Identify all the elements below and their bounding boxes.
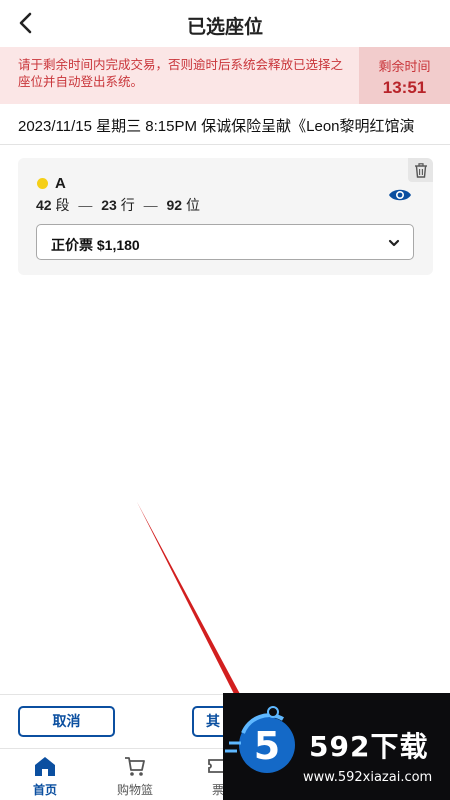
watermark-url: www.592xiazai.com: [303, 770, 433, 785]
watermark-brand: 592下载: [309, 730, 429, 763]
cancel-button[interactable]: 取消: [18, 706, 115, 737]
separator: —: [78, 197, 93, 213]
section-number: 42: [36, 197, 52, 213]
delete-seat-button[interactable]: [408, 158, 433, 182]
separator: —: [143, 197, 158, 213]
tab-label: 首页: [32, 783, 57, 797]
tab-home[interactable]: 首页: [10, 755, 80, 798]
timer-label: 剩余时间: [378, 59, 431, 74]
section-unit: 段: [55, 197, 70, 213]
chevron-down-icon: [388, 239, 400, 247]
seat-unit: 位: [185, 197, 200, 213]
watermark-digit: 5: [254, 724, 280, 768]
trash-icon: [414, 162, 427, 178]
cart-icon: [125, 757, 145, 776]
tab-label: 购物篮: [116, 783, 153, 797]
zone-color-dot: [37, 178, 48, 189]
home-icon: [35, 757, 55, 776]
timeout-warning: 请于剩余时间内完成交易，否则逾时后系统会释放已选择之座位并自动登出系统。: [18, 58, 344, 89]
ticket-type-select[interactable]: 正价票 $1,180: [36, 224, 414, 260]
eye-icon: [389, 189, 411, 201]
site-watermark: 5 592下载 www.592xiazai.com: [223, 693, 450, 800]
row-number: 23: [101, 197, 117, 213]
row-unit: 行: [120, 197, 135, 213]
seat-location: 42 段 — 23 行 — 92 位: [36, 195, 200, 215]
countdown-timer: 剩余时间 13:51: [359, 47, 450, 104]
seat-number: 92: [166, 197, 183, 213]
view-seat-button[interactable]: [388, 186, 412, 204]
countdown-banner: 请于剩余时间内完成交易，否则逾时后系统会释放已选择之座位并自动登出系统。 剩余时…: [0, 47, 450, 104]
divider: [0, 144, 450, 145]
zone-name: A: [55, 175, 66, 192]
event-info: 2023/11/15 星期三 8:15PM 保诚保险呈献《Leon黎明红馆演: [18, 118, 415, 135]
page-title: 已选座位: [186, 17, 263, 38]
tab-cart[interactable]: 购物篮: [100, 755, 170, 798]
app-header: 已选座位: [0, 0, 450, 46]
selected-seat-card: A 42 段 — 23 行 — 92 位 正价票 $1,180: [18, 158, 433, 275]
ticket-type-value: 正价票 $1,180: [51, 237, 140, 253]
timer-value: 13:51: [382, 78, 427, 97]
watermark-logo-icon: 5: [225, 706, 295, 773]
